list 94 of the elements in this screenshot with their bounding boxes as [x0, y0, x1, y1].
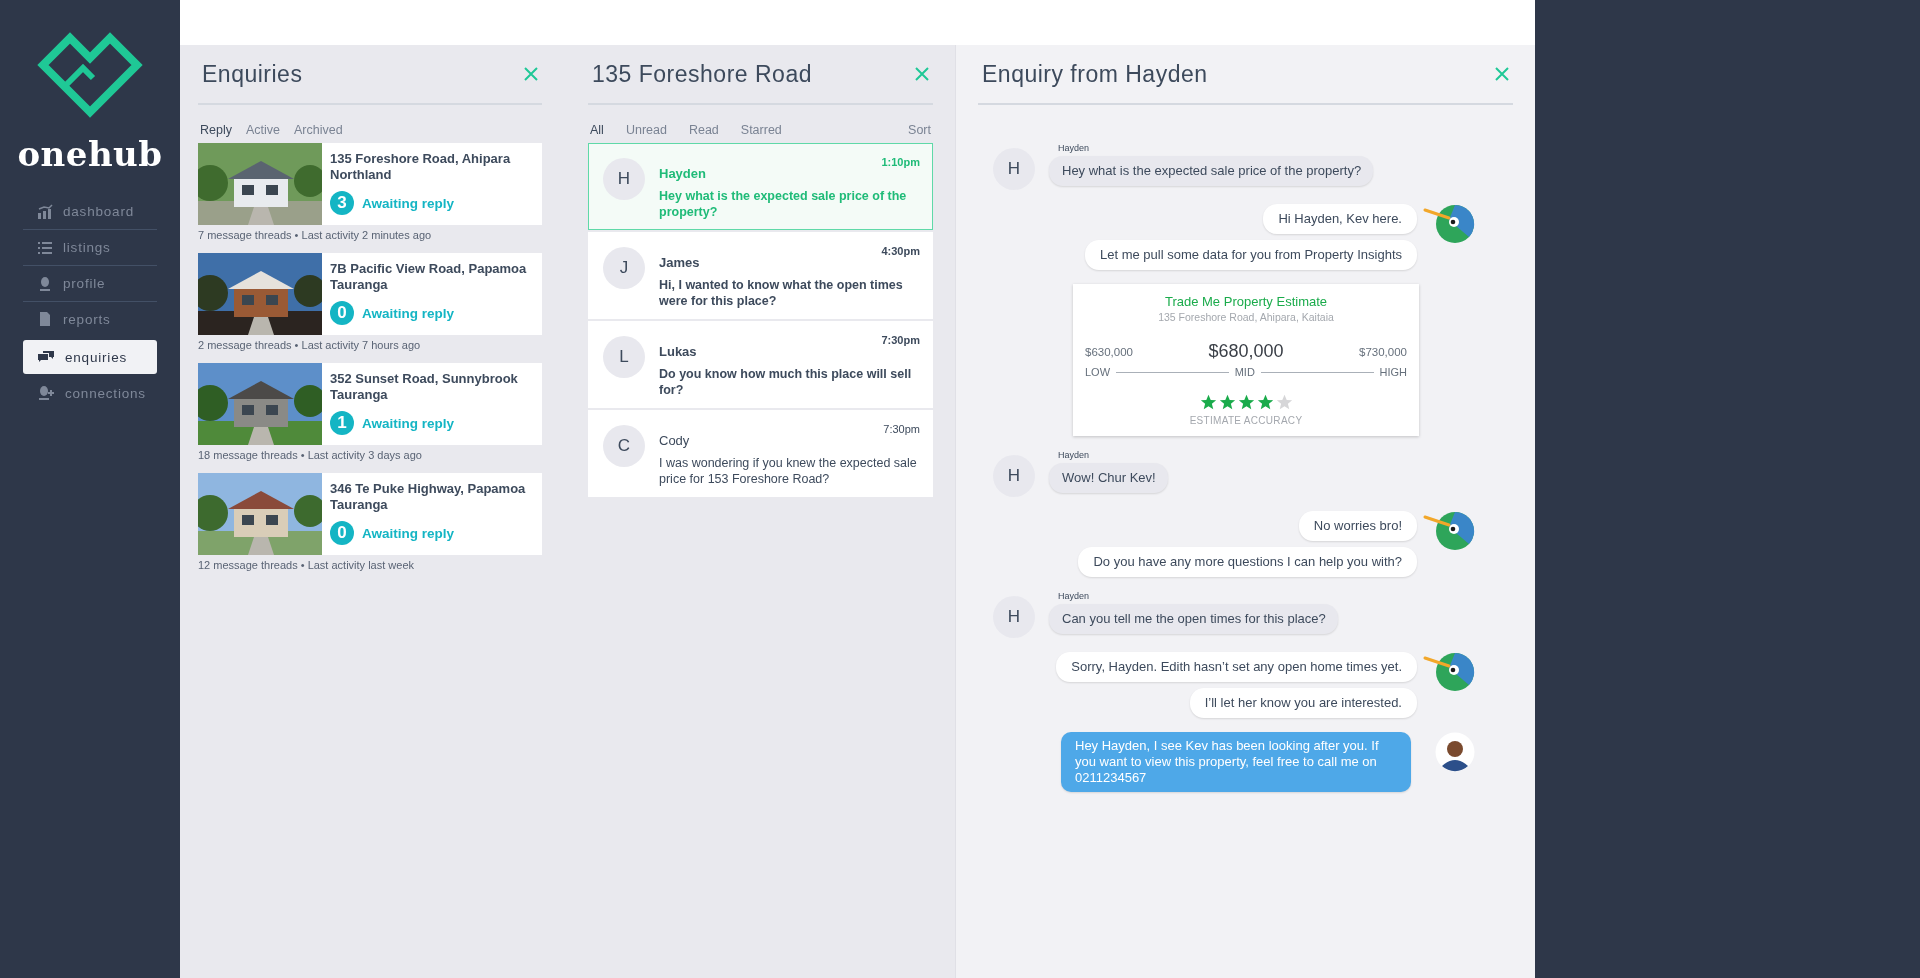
avatar-icon — [1435, 732, 1475, 772]
chat-icon — [37, 349, 55, 365]
sender-name: James — [659, 255, 700, 270]
property-meta: 18 message threads • Last activity 3 days ago — [198, 449, 423, 461]
high-price: $730,000 — [1359, 345, 1407, 358]
star-icon — [1237, 394, 1255, 411]
message-time: 1:10pm — [881, 156, 920, 168]
property-region: Tauranga — [330, 387, 389, 403]
count-badge: 0 — [330, 301, 354, 325]
property-meta: 2 message threads • Last activity 7 hours ago — [198, 339, 422, 351]
star-icon — [1256, 394, 1274, 411]
message-preview: Do you know how much this place will sell for? — [659, 366, 913, 398]
panel-title: Enquiries — [202, 60, 303, 88]
message-time: 7:30pm — [881, 334, 920, 346]
property-address: 7B Pacific View Road, Papamoa — [330, 261, 527, 277]
thread-item[interactable]: H Hayden 1:10pm Hey what is the expected sale price of the property? — [588, 143, 933, 230]
property-region: Tauranga — [330, 497, 389, 513]
message-preview: Hi, I wanted to know what the open times were for this place? — [659, 277, 904, 309]
status-label: Awaiting reply — [362, 195, 455, 211]
estimate-caption: ESTIMATE ACCURACY — [1189, 415, 1303, 426]
message-time: 7:30pm — [883, 423, 920, 435]
message-bubble: Do you have any more questions I can help you with? — [1078, 547, 1417, 577]
chart-icon — [37, 203, 53, 220]
property-meta: 12 message threads • Last activity last week — [198, 559, 415, 571]
panel-title: Enquiry from Hayden — [982, 60, 1208, 88]
message-bubble: I’ll let her know you are interested. — [1189, 688, 1417, 718]
thread-item[interactable]: L Lukas 7:30pm Do you know how much this place will sell for? — [588, 321, 933, 408]
sender-name: Hayden — [1058, 143, 1091, 153]
tab[interactable]: Reply — [200, 123, 232, 137]
sender-name: Cody — [659, 433, 690, 448]
sender-name: Lukas — [659, 344, 697, 359]
property-region: Northland — [330, 167, 393, 183]
bird-avatar-icon — [1423, 652, 1475, 692]
list-icon — [37, 239, 53, 256]
sender-name: Hayden — [1058, 591, 1091, 601]
message-bubble: Can you tell me the open times for this place? — [1049, 604, 1338, 634]
property-region: Tauranga — [330, 277, 389, 293]
message-bubble: Sorry, Hayden. Edith hasn’t set any open home times yet. — [1056, 652, 1417, 682]
property-address: 135 Foreshore Road, Ahipara — [330, 151, 511, 167]
sender-name: Hayden — [659, 166, 706, 181]
status-label: Awaiting reply — [362, 305, 455, 321]
message-preview: Hey what is the expected sale price of the property? — [659, 188, 908, 220]
low-label: LOW — [1085, 366, 1111, 378]
message-bubble: Hey Hayden, I see Kev has been looking after you. If you want to view this property, feel free to call me on 0211234567 — [1061, 732, 1411, 792]
avatar-initial: H — [993, 455, 1035, 497]
count-badge: 1 — [330, 411, 354, 435]
high-label: HIGH — [1379, 366, 1407, 378]
thread-item[interactable]: C Cody 7:30pm I was wondering if you knew the expected sale price for 153 Foreshore Road? — [588, 410, 933, 497]
close-icon[interactable] — [524, 67, 538, 81]
message-bubble: Let me pull some data for you from Property Insights — [1084, 240, 1417, 270]
message-bubble: No worries bro! — [1298, 511, 1417, 541]
count-badge: 0 — [330, 521, 354, 545]
property-card[interactable]: 7B Pacific View Road, Papamoa Tauranga 0 Awaiting reply — [198, 253, 542, 335]
avatar-initial: H — [993, 596, 1035, 638]
status-label: Awaiting reply — [362, 525, 455, 541]
brand-name: onehub — [17, 134, 163, 174]
nav-item[interactable]: enquiries — [23, 340, 157, 374]
bird-avatar-icon — [1423, 204, 1475, 244]
low-price: $630,000 — [1085, 345, 1133, 358]
avatar-initial: L — [603, 336, 645, 378]
panel-title: 135 Foreshore Road — [592, 60, 812, 88]
filter-tab[interactable]: All — [590, 123, 604, 137]
property-card[interactable]: 352 Sunset Road, Sunnybrook Tauranga 1 Awaiting reply — [198, 363, 542, 445]
message-time: 4:30pm — [881, 245, 920, 257]
property-meta: 7 message threads • Last activity 2 minutes ago — [198, 229, 433, 241]
thread-item[interactable]: J James 4:30pm Hi, I wanted to know what the open times were for this place? — [588, 232, 933, 319]
estimate-title: Trade Me Property Estimate — [1164, 294, 1328, 309]
sender-name: Hayden — [1058, 450, 1091, 460]
add-person-icon — [37, 385, 55, 401]
avatar-initial: C — [603, 425, 645, 467]
property-address: 346 Te Puke Highway, Papamoa — [330, 481, 526, 497]
avatar-initial: H — [993, 148, 1035, 190]
message-preview: I was wondering if you knew the expected sale price for 153 Foreshore Road? — [659, 455, 918, 487]
status-label: Awaiting reply — [362, 415, 455, 431]
avatar-initial: H — [603, 158, 645, 200]
message-bubble: Hey what is the expected sale price of the property? — [1049, 156, 1374, 186]
person-icon — [37, 275, 53, 292]
avatar-initial: J — [603, 247, 645, 289]
star-icon — [1275, 394, 1293, 411]
mid-price: $680,000 — [1208, 341, 1284, 362]
property-card[interactable]: 346 Te Puke Highway, Papamoa Tauranga 0 Awaiting reply — [198, 473, 542, 555]
mid-label: MID — [1234, 366, 1255, 378]
bird-avatar-icon — [1423, 511, 1475, 551]
close-icon[interactable] — [1495, 67, 1509, 81]
estimate-address: 135 Foreshore Road, Ahipara, Kaitaia — [1158, 311, 1334, 323]
close-icon[interactable] — [915, 67, 929, 81]
count-badge: 3 — [330, 191, 354, 215]
star-icon — [1199, 394, 1217, 411]
message-bubble: Wow! Chur Kev! — [1049, 463, 1168, 493]
message-bubble: Hi Hayden, Kev here. — [1263, 204, 1417, 234]
property-card[interactable]: 135 Foreshore Road, Ahipara Northland 3 Awaiting reply — [198, 143, 542, 225]
property-address: 352 Sunset Road, Sunnybrook — [330, 371, 518, 387]
document-icon — [37, 311, 53, 327]
star-icon — [1218, 394, 1236, 411]
